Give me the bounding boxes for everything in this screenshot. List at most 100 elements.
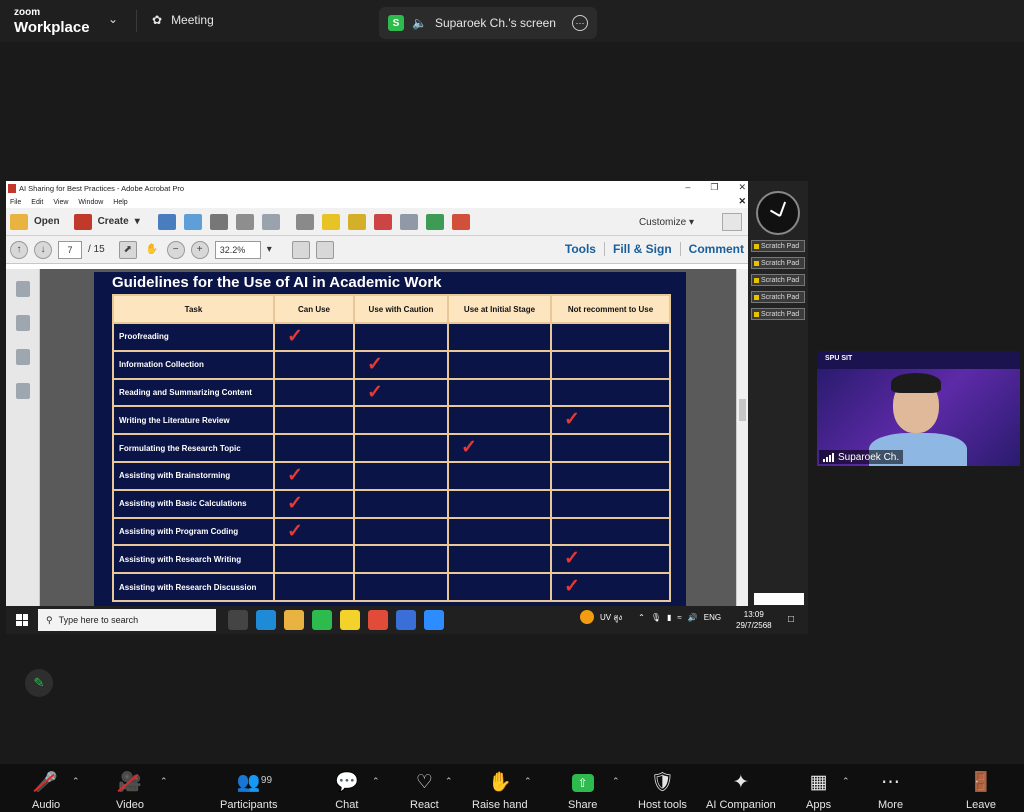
react-button[interactable]: ♡ React [410, 770, 439, 811]
scratch-pad[interactable]: Scratch Pad [751, 274, 805, 286]
expand-icon[interactable] [722, 213, 742, 231]
menu-window[interactable]: Window [78, 199, 103, 206]
file-explorer-icon[interactable] [284, 610, 304, 630]
leave-label: Leave [966, 799, 996, 811]
customize-dropdown[interactable]: Customize ▾ [639, 217, 694, 228]
apps-button[interactable]: ▦ Apps [806, 770, 831, 811]
more-options-icon[interactable]: ⋯ [572, 15, 588, 31]
save-icon[interactable] [157, 213, 176, 230]
taskbar-clock[interactable]: 13:09 29/7/2568 [736, 609, 772, 631]
task-view-icon[interactable] [228, 610, 248, 630]
battery-icon[interactable]: ▮ [667, 613, 671, 622]
next-page-icon[interactable]: ↓ [34, 240, 52, 259]
taskbar-search-input[interactable]: ⚲ Type here to search [38, 609, 216, 631]
tab-comment[interactable]: Comment [679, 242, 744, 256]
tab-tools[interactable]: Tools [565, 242, 596, 256]
tab-fill-sign[interactable]: Fill & Sign [603, 242, 672, 256]
chat-options-icon[interactable]: ⌃ [372, 776, 380, 787]
acrobat-toolbar: Open Create ▾ Customize ▾ [6, 208, 748, 236]
weather-icon[interactable] [580, 610, 594, 624]
audio-button[interactable]: 🎤 Audio [32, 770, 60, 811]
print-icon[interactable] [209, 213, 228, 230]
hand-tool-icon[interactable]: ✋ [143, 241, 161, 259]
upload-icon[interactable] [183, 213, 202, 230]
pages-icon[interactable] [15, 281, 30, 297]
chevron-down-icon[interactable]: ⌄ [108, 12, 118, 26]
delete-page-icon[interactable] [373, 213, 392, 230]
sticky-notes-icon[interactable] [340, 610, 360, 630]
edit-icon[interactable] [235, 213, 254, 230]
zoom-level-input[interactable]: 32.2% [214, 240, 261, 259]
menu-help[interactable]: Help [113, 199, 127, 206]
zoom-in-icon[interactable]: + [190, 240, 209, 259]
page-number-input[interactable]: 7 [58, 240, 82, 259]
word-icon[interactable] [396, 610, 416, 630]
edge-icon[interactable] [256, 610, 276, 630]
annotate-pencil-icon[interactable]: ✎ [25, 669, 53, 697]
tray-chevron-icon[interactable]: ⌃ [638, 613, 645, 622]
mail-icon[interactable] [261, 213, 280, 230]
open-button[interactable]: Open [10, 213, 60, 230]
scratch-pad[interactable]: Scratch Pad [751, 240, 805, 252]
host-tools-button[interactable]: 🛡 Host tools [638, 770, 687, 811]
fit-page-icon[interactable] [291, 240, 310, 259]
scrollbar-thumb[interactable] [739, 399, 746, 421]
mic-icon[interactable]: 🎙 [651, 613, 661, 622]
language-indicator[interactable]: ENG [704, 613, 721, 622]
create-button[interactable]: Create ▾ [73, 213, 140, 230]
apps-options-icon[interactable]: ⌃ [842, 776, 850, 787]
gear-icon[interactable] [295, 213, 314, 230]
restore-icon[interactable]: ❐ [710, 182, 718, 193]
menu-view[interactable]: View [53, 199, 68, 206]
participants-icon: 👥 99 [237, 770, 272, 796]
participants-button[interactable]: 👥 99 Participants [220, 770, 277, 811]
scratch-pad[interactable]: Scratch Pad [751, 308, 805, 320]
share-button[interactable]: ⇧ Share [568, 770, 597, 811]
share-options-icon[interactable]: ⌃ [612, 776, 620, 787]
sparkle-icon: ✦ [732, 772, 749, 793]
chrome-icon[interactable] [368, 610, 388, 630]
export-icon[interactable] [425, 213, 444, 230]
signature-icon[interactable] [15, 383, 30, 399]
vertical-scrollbar[interactable] [736, 269, 748, 606]
more-button[interactable]: ⋯ More [878, 770, 903, 811]
highlight-icon[interactable] [347, 213, 366, 230]
volume-icon[interactable]: 🔊 [688, 613, 698, 622]
line-icon[interactable] [312, 610, 332, 630]
zoom-out-icon[interactable]: − [166, 240, 185, 259]
menu-file[interactable]: File [10, 199, 21, 206]
bookmark-icon[interactable] [15, 315, 30, 331]
meeting-button[interactable]: ✿ Meeting [152, 13, 214, 27]
comment-icon[interactable] [321, 213, 340, 230]
menu-edit[interactable]: Edit [31, 199, 43, 206]
notification-icon[interactable]: □ [788, 614, 794, 625]
close-icon[interactable]: ✕ [738, 182, 746, 193]
raise-hand-options-icon[interactable]: ⌃ [524, 776, 532, 787]
ai-companion-button[interactable]: ✦ AI Companion [706, 770, 776, 811]
windows-start-icon[interactable] [16, 614, 28, 626]
previous-page-icon[interactable]: ↑ [10, 240, 28, 259]
scratch-pad[interactable]: Scratch Pad [751, 257, 805, 269]
scratch-pad[interactable]: Scratch Pad [751, 291, 805, 303]
attachment-icon[interactable] [15, 349, 30, 365]
fit-width-icon[interactable] [315, 240, 334, 259]
zoom-app-icon[interactable] [424, 610, 444, 630]
leave-button[interactable]: 🚪 Leave [966, 770, 996, 811]
minimize-icon[interactable]: – [685, 182, 690, 193]
close-document-icon[interactable]: ✕ [738, 196, 746, 207]
audio-options-icon[interactable]: ⌃ [72, 776, 80, 787]
chat-button[interactable]: 💬 Chat [335, 770, 359, 811]
participant-video-tile[interactable]: SPU SIT Suparoek Ch. [817, 351, 1020, 466]
video-button[interactable]: 🎥 Video [116, 770, 144, 811]
raise-hand-button[interactable]: ✋ Raise hand [472, 770, 528, 811]
zoom-window: zoom Workplace ⌄ ✿ Meeting S 🔈 Suparoek … [0, 0, 1024, 812]
video-options-icon[interactable]: ⌃ [160, 776, 168, 787]
extract-icon[interactable] [399, 213, 418, 230]
zoom-dropdown-icon[interactable]: ▾ [267, 244, 272, 255]
column-header-initial-stage: Use at Initial Stage [447, 294, 552, 324]
wifi-icon[interactable]: ≈ [677, 613, 681, 622]
react-options-icon[interactable]: ⌃ [445, 776, 453, 787]
screen-share-tab[interactable]: S 🔈 Suparoek Ch.'s screen ⋯ [379, 7, 597, 39]
sign-icon[interactable] [451, 213, 470, 230]
select-tool-icon[interactable]: ⬈ [118, 240, 137, 259]
